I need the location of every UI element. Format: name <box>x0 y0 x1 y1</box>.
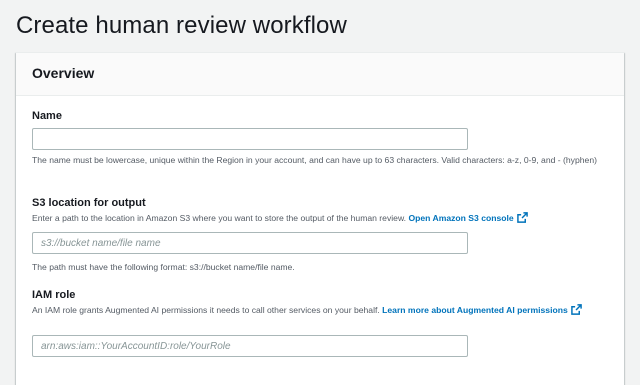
s3-location-input[interactable] <box>32 232 468 254</box>
iam-role-description-text: An IAM role grants Augmented AI permissi… <box>32 305 380 315</box>
name-input[interactable] <box>32 128 468 150</box>
external-link-icon <box>516 212 528 223</box>
iam-role-description: An IAM role grants Augmented AI permissi… <box>32 304 612 316</box>
open-s3-console-link[interactable]: Open Amazon S3 console <box>408 212 528 223</box>
name-label: Name <box>32 110 62 122</box>
iam-role-input[interactable] <box>32 335 468 357</box>
s3-location-hint: The path must have the following format:… <box>32 262 295 272</box>
overview-panel-header: Overview <box>16 53 624 96</box>
iam-role-label: IAM role <box>32 289 76 301</box>
s3-location-description: Enter a path to the location in Amazon S… <box>32 212 612 224</box>
s3-location-description-text: Enter a path to the location in Amazon S… <box>32 213 407 223</box>
name-description: The name must be lowercase, unique withi… <box>32 155 597 165</box>
overview-heading: Overview <box>32 65 95 81</box>
open-s3-console-link-label: Open Amazon S3 console <box>408 213 514 223</box>
external-link-icon <box>570 304 582 315</box>
overview-panel: Overview Name The name must be lowercase… <box>16 52 624 385</box>
learn-more-permissions-link-label: Learn more about Augmented AI permission… <box>382 305 568 315</box>
page-title: Create human review workflow <box>16 12 347 39</box>
learn-more-permissions-link[interactable]: Learn more about Augmented AI permission… <box>382 304 582 315</box>
s3-location-label: S3 location for output <box>32 197 146 209</box>
